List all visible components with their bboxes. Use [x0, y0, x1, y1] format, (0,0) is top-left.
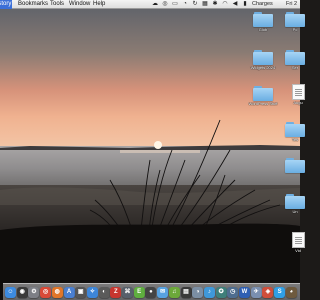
desktop-document-augu[interactable]: Augu	[283, 84, 313, 106]
dock-firefox-icon[interactable]: ◍	[51, 287, 63, 298]
menu-window[interactable]: Window	[68, 0, 91, 9]
folder-icon	[253, 12, 273, 27]
dock-messages-icon[interactable]: ✉	[157, 287, 169, 298]
cloud-icon[interactable]: ☁	[152, 1, 158, 7]
dock-safari-icon[interactable]: ✧	[86, 287, 98, 298]
desktop-folder-ser[interactable]: Ser	[280, 50, 310, 71]
dock-filezilla-icon[interactable]: Z	[110, 287, 122, 298]
desktop-folder-un[interactable]: Un	[280, 194, 310, 215]
dock-dashboard-icon[interactable]: ◉	[16, 287, 28, 298]
dock-compass-icon[interactable]: ✪	[215, 287, 227, 298]
dock-finder-icon[interactable]: ☺	[5, 287, 16, 298]
dock-preview-icon[interactable]: ◑	[192, 287, 204, 298]
globe-icon[interactable]: ◎	[162, 1, 168, 7]
status-user[interactable]: Charges	[252, 0, 273, 9]
grid-icon[interactable]: ▦	[202, 1, 208, 7]
dock: ☺ ◉ ⚙ ◎ ◍ A ▣ ✧ ◐ Z ⌘ E ● ✉ ♫ ▤ ◑ ♪ ✪ ◷ W ✈ ◈ S ◕	[3, 283, 300, 300]
menu-help[interactable]: Help	[92, 0, 106, 9]
dock-evernote-icon[interactable]: E	[133, 287, 145, 298]
menu-history[interactable]: istory	[0, 0, 13, 9]
menu-bookmarks[interactable]: Bookmarks	[17, 0, 49, 9]
status-area: ☁ ◎ ▭ ◔ ↻ ▦ ✱ ◠ ◀ ▮ Charges Fri 2	[150, 0, 300, 9]
desktop-document-vid[interactable]: Vid	[283, 232, 313, 254]
dock-app-store-icon[interactable]: A	[63, 287, 75, 298]
dock-terminal-icon[interactable]: ▤	[180, 287, 192, 298]
desktop-folder-glob[interactable]: Glob	[248, 12, 278, 33]
desktop-folder-wordpress[interactable]: WordPress Stuff	[248, 86, 278, 107]
dock-chrome-icon[interactable]: ◎	[40, 287, 52, 298]
dock-time-machine-icon[interactable]: ◷	[227, 287, 239, 298]
dock-spotify-icon[interactable]: ♫	[168, 287, 180, 298]
dock-photos-icon[interactable]: ◐	[98, 287, 110, 298]
document-icon	[291, 232, 305, 248]
dock-launcher-icon[interactable]: ◈	[262, 287, 274, 298]
dock-skype-icon[interactable]: S	[274, 287, 286, 298]
sync-icon[interactable]: ↻	[192, 1, 198, 7]
folder-icon	[285, 122, 305, 137]
timer-icon[interactable]: ◔	[182, 1, 188, 7]
desktop-folder-tes[interactable]: Tes	[280, 122, 310, 143]
folder-icon	[285, 50, 305, 65]
dock-word-icon[interactable]: W	[239, 287, 250, 298]
dock-itunes-icon[interactable]: ♪	[203, 287, 215, 298]
folder-icon	[285, 12, 305, 27]
folder-icon	[285, 158, 305, 173]
dock-mail-icon[interactable]: ✈	[250, 287, 262, 298]
desktop-folder-widgets[interactable]: Widgets 2024	[248, 50, 278, 71]
dock-lightroom-icon[interactable]: ◕	[285, 287, 297, 298]
dock-security-icon[interactable]: ▣	[75, 287, 87, 298]
desktop-wallpaper	[0, 0, 300, 300]
folder-icon	[285, 194, 305, 209]
bluetooth-icon[interactable]: ✱	[212, 1, 218, 7]
desktop-folder-pc[interactable]: Pc	[280, 12, 310, 33]
volume-icon[interactable]: ◀	[232, 1, 238, 7]
desktop-folder-10[interactable]	[280, 158, 310, 174]
folder-icon	[253, 86, 273, 101]
dock-network-icon[interactable]: ⌘	[122, 287, 133, 298]
menu-tools[interactable]: Tools	[49, 0, 65, 9]
battery-icon[interactable]: ▮	[242, 1, 248, 7]
menu-bar: istory Bookmarks Tools Window Help ☁ ◎ ▭…	[0, 0, 300, 9]
clock[interactable]: Fri 2	[286, 0, 297, 9]
dock-system-preferences-icon[interactable]: ⚙	[28, 287, 40, 298]
document-icon	[291, 84, 305, 100]
wifi-icon[interactable]: ◠	[222, 1, 228, 7]
monitor-icon[interactable]: ▭	[172, 1, 178, 7]
dock-camera-icon[interactable]: ●	[145, 287, 157, 298]
